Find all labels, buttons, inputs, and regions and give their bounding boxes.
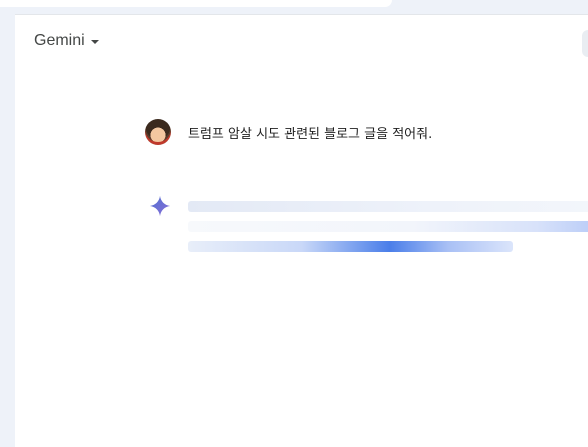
- loading-line-3: [188, 241, 513, 252]
- user-avatar: [145, 119, 171, 145]
- gemini-sparkle-icon: [149, 195, 171, 217]
- model-name-label: Gemini: [34, 32, 85, 49]
- loading-line-2: [188, 221, 588, 232]
- user-message-row: 트럼프 암살 시도 관련된 블로그 글을 적어줘.: [145, 119, 432, 145]
- browser-top-area: [0, 0, 588, 14]
- address-bar-edge[interactable]: [0, 0, 392, 7]
- user-message-text: 트럼프 암살 시도 관련된 블로그 글을 적어줘.: [188, 126, 433, 142]
- chat-main-panel: Gemini 트럼프 암살 시도 관련된 블로그 글을 적어줘.: [15, 14, 588, 447]
- caret-down-icon: [90, 40, 99, 44]
- top-right-button[interactable]: [582, 30, 588, 57]
- loading-line-1: [188, 201, 588, 212]
- model-picker-button[interactable]: Gemini: [34, 32, 99, 50]
